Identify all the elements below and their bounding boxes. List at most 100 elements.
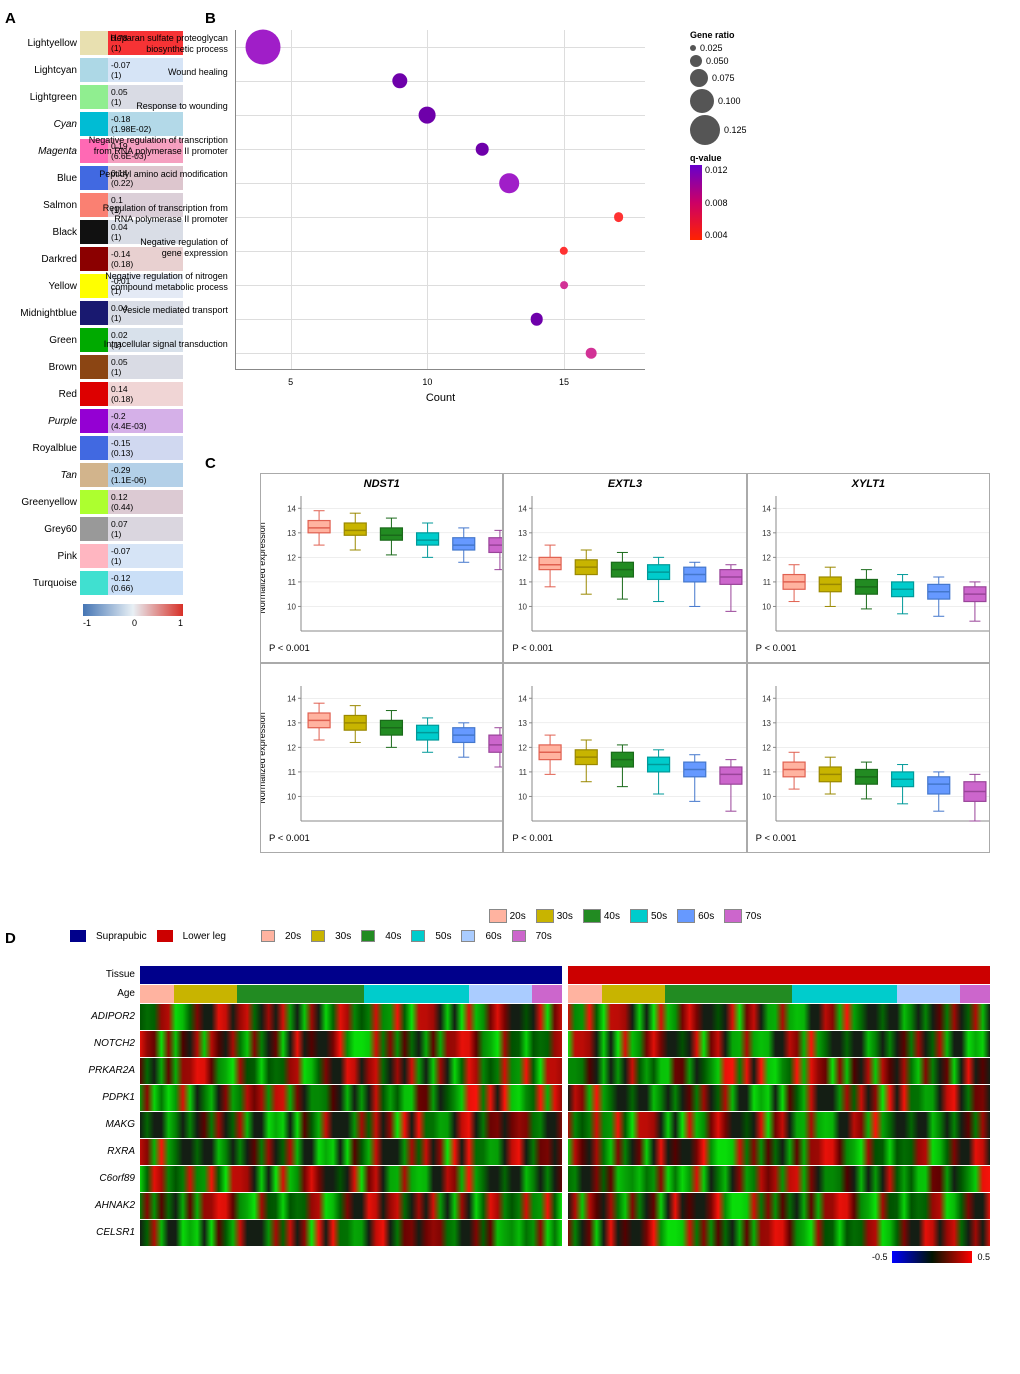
- svg-text:14: 14: [518, 504, 527, 513]
- gene-label: ADIPOR2: [70, 1004, 140, 1030]
- svg-text:14: 14: [518, 694, 527, 703]
- gene-label: PDPK1: [70, 1085, 140, 1111]
- gene-label: CELSR1: [70, 1220, 140, 1246]
- hm-color-box: [80, 436, 108, 460]
- dotplot-grid-line: [236, 47, 645, 48]
- legend-max-label: 0.5: [977, 1252, 990, 1262]
- hm-color-box: [80, 112, 108, 136]
- gene-heatmap-row: C6orf89: [70, 1166, 990, 1192]
- tissue-bar-row: Tissue: [70, 966, 990, 984]
- gene-heatmap-strip: [140, 1112, 562, 1138]
- legend-label: 60s: [698, 911, 714, 922]
- gene-heatmap-strip: [140, 1058, 562, 1084]
- pvalue-label: P < 0.001: [512, 643, 553, 654]
- hm-row-label: Pink: [5, 551, 80, 562]
- legend-size-item: 0.075: [690, 69, 790, 87]
- legend-label: 40s: [604, 911, 620, 922]
- age-segment: [897, 985, 960, 1003]
- heatmap-row: Tan -0.29 (1.1E-06): [5, 462, 190, 488]
- legend-swatch: [536, 909, 554, 923]
- gene-heatmap-strip: [140, 1193, 562, 1219]
- pvalue-label: P < 0.001: [512, 833, 553, 844]
- svg-text:12: 12: [287, 553, 296, 562]
- gene-heatmap-strip: [140, 1085, 562, 1111]
- hm-color-box: [80, 544, 108, 568]
- legend-swatch: [583, 909, 601, 923]
- svg-text:13: 13: [287, 719, 296, 728]
- svg-text:13: 13: [287, 529, 296, 538]
- dotplot-y-label: Vesicle mediated transport: [0, 305, 228, 316]
- dotplot-y-label: Negative regulation of nitrogen compound…: [0, 271, 228, 293]
- gene-heatmap-strip: [140, 1220, 562, 1246]
- hm-color-box: [80, 355, 108, 379]
- gene-label: NOTCH2: [70, 1031, 140, 1057]
- age-bar-row: Age: [70, 985, 990, 1003]
- dotplot-y-label: Wound healing: [0, 67, 228, 78]
- svg-text:13: 13: [762, 529, 771, 538]
- svg-text:14: 14: [287, 694, 296, 703]
- tissue-lowerleg-bar: [568, 966, 990, 984]
- gene-heatmap-row: RXRA: [70, 1139, 990, 1165]
- age-segment: [364, 985, 470, 1003]
- hm-value: 0.05 (1): [108, 355, 183, 379]
- legend-size-item: 0.050: [690, 55, 790, 67]
- dotplot-y-label: Negative regulation of transcription fro…: [0, 135, 228, 157]
- panel-b: B Count Heparan sulfate proteoglycan bio…: [205, 10, 785, 440]
- legend-item: 70s: [724, 909, 761, 923]
- hm-row-label: Greenyellow: [5, 497, 80, 508]
- hm-color-box: [80, 382, 108, 406]
- hm-legend: -101: [5, 604, 190, 628]
- y-axis-label: Normalized expression: [260, 522, 267, 614]
- gene-heatmap-strip: [568, 1058, 990, 1084]
- dotplot-vgrid-line: [291, 30, 292, 369]
- heatmap-row: Pink -0.07 (1): [5, 543, 190, 569]
- pvalue-label: P < 0.001: [756, 833, 797, 844]
- legend-color-bar: [690, 165, 702, 240]
- legend-item: 50s: [630, 909, 667, 923]
- hm-row-label: Tan: [5, 470, 80, 481]
- tissue-label: Suprapubic: [96, 931, 147, 942]
- gene-heatmap-row: PDPK1: [70, 1085, 990, 1111]
- pvalue-label: P < 0.001: [269, 833, 310, 844]
- legend-size-title: Gene ratio: [690, 30, 790, 40]
- hm-row-label: Red: [5, 389, 80, 400]
- svg-text:14: 14: [762, 694, 771, 703]
- hm-value: -0.07 (1): [108, 544, 183, 568]
- gene-label: PRKAR2A: [70, 1058, 140, 1084]
- dotplot-grid-line: [236, 251, 645, 252]
- gene-heatmap-row: CELSR1: [70, 1220, 990, 1246]
- hm-row-label: Black: [5, 227, 80, 238]
- gene-heatmap-strip: [568, 1220, 990, 1246]
- heatmap-row: Red 0.14 (0.18): [5, 381, 190, 407]
- legend-item: 60s: [677, 909, 714, 923]
- legend-size-item: 0.125: [690, 115, 790, 145]
- boxplot-cell: 1011121314P < 0.001: [503, 663, 746, 853]
- tissue-age-legend: Suprapubic Lower leg 20s 30s 40s 50s 60s…: [70, 930, 552, 942]
- svg-text:10: 10: [518, 792, 527, 801]
- gene-heatmap-row: NOTCH2: [70, 1031, 990, 1057]
- boxplot-cell: 1011121314P < 0.001SuprapubicNormalized …: [260, 663, 503, 853]
- tissue-swatch: [157, 930, 173, 942]
- svg-text:11: 11: [288, 768, 297, 777]
- panel-d: D Suprapubic Lower leg 20s 30s 40s 50s 6…: [0, 930, 1010, 1360]
- svg-text:14: 14: [287, 504, 296, 513]
- svg-text:13: 13: [762, 719, 771, 728]
- heatmap-row: Cyan -0.18 (1.98E-02): [5, 111, 190, 137]
- dotplot-y-label: Regulation of transcription from RNA pol…: [0, 203, 228, 225]
- gene-heatmap-strip: [140, 1004, 562, 1030]
- dotplot-dot: [560, 281, 568, 289]
- svg-text:11: 11: [519, 768, 528, 777]
- age-segment: [140, 985, 174, 1003]
- age-row-label: Age: [70, 985, 140, 1003]
- dotplot-grid-line: [236, 353, 645, 354]
- hm-color-box: [80, 571, 108, 595]
- heatmap-row: Brown 0.05 (1): [5, 354, 190, 380]
- dotplot-grid-line: [236, 81, 645, 82]
- dotplot-x-tick: 5: [288, 377, 293, 387]
- hm-color-box: [80, 409, 108, 433]
- panel-c: C 1011121314NDST1P < 0.001Lower legNorma…: [205, 455, 995, 895]
- panel-a-label: A: [5, 10, 16, 27]
- heatmap-row: Grey60 0.07 (1): [5, 516, 190, 542]
- hm-row-label: Brown: [5, 362, 80, 373]
- dotplot-dot: [614, 212, 624, 222]
